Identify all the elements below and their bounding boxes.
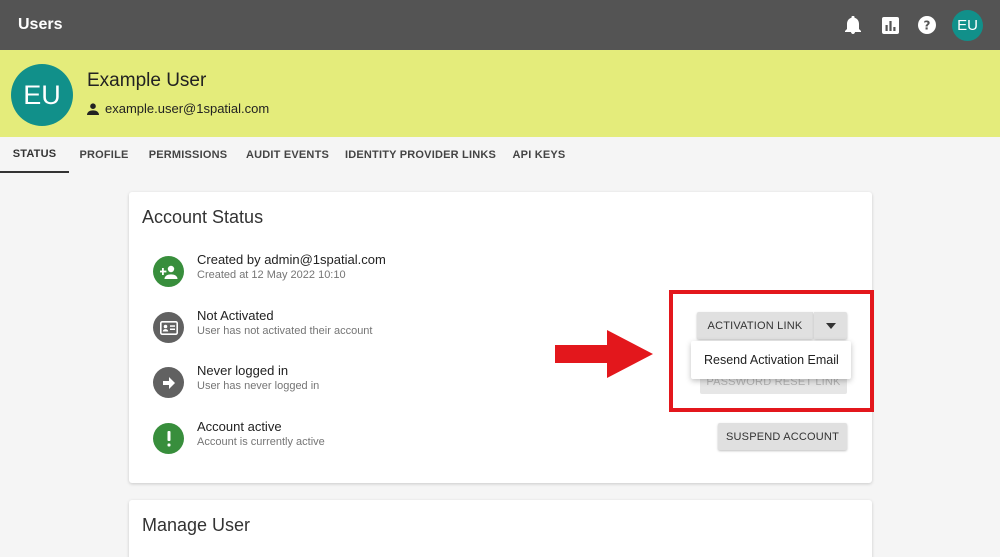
- tab-audit-events[interactable]: AUDIT EVENTS: [237, 137, 338, 173]
- chart-icon[interactable]: [879, 14, 901, 36]
- status-item-subtitle: Account is currently active: [197, 436, 325, 448]
- status-item-title: Created by admin@1spatial.com: [197, 252, 386, 267]
- tab-status[interactable]: STATUS: [0, 137, 69, 173]
- add-person-icon: [153, 256, 184, 287]
- status-item-subtitle: User has not activated their account: [197, 325, 373, 337]
- user-name: Example User: [87, 70, 207, 91]
- status-item-title: Not Activated: [197, 308, 274, 323]
- user-avatar[interactable]: EU: [952, 10, 983, 41]
- exclamation-icon: [153, 423, 184, 454]
- bell-icon[interactable]: [842, 14, 864, 36]
- status-item-title: Account active: [197, 419, 282, 434]
- tab-profile[interactable]: PROFILE: [69, 137, 139, 173]
- app-bar: Users ? EU: [0, 0, 1000, 50]
- help-icon[interactable]: ?: [916, 14, 938, 36]
- highlight-box: [669, 290, 874, 412]
- id-card-icon: [153, 312, 184, 343]
- manage-user-card: Manage User: [129, 500, 872, 557]
- status-item-subtitle: User has never logged in: [197, 380, 320, 392]
- user-header: EU Example User example.user@1spatial.co…: [0, 50, 1000, 137]
- person-icon: [87, 102, 99, 115]
- status-item-subtitle: Created at 12 May 2022 10:10: [197, 269, 346, 281]
- user-email-row: example.user@1spatial.com: [87, 101, 269, 116]
- annotation-arrow-icon: [555, 330, 653, 378]
- tab-api-keys[interactable]: API KEYS: [503, 137, 575, 173]
- profile-avatar: EU: [11, 64, 73, 126]
- user-email: example.user@1spatial.com: [105, 101, 270, 116]
- arrow-right-icon: [153, 367, 184, 398]
- manage-user-title: Manage User: [142, 515, 251, 535]
- account-status-title: Account Status: [142, 207, 264, 227]
- tab-permissions[interactable]: PERMISSIONS: [139, 137, 237, 173]
- svg-text:?: ?: [924, 19, 931, 33]
- status-item-title: Never logged in: [197, 363, 289, 378]
- suspend-account-button[interactable]: SUSPEND ACCOUNT: [718, 423, 847, 450]
- tab-bar: STATUS PROFILE PERMISSIONS AUDIT EVENTS …: [0, 137, 1000, 173]
- app-title: Users: [18, 16, 63, 33]
- tab-identity-provider-links[interactable]: IDENTITY PROVIDER LINKS: [338, 137, 503, 173]
